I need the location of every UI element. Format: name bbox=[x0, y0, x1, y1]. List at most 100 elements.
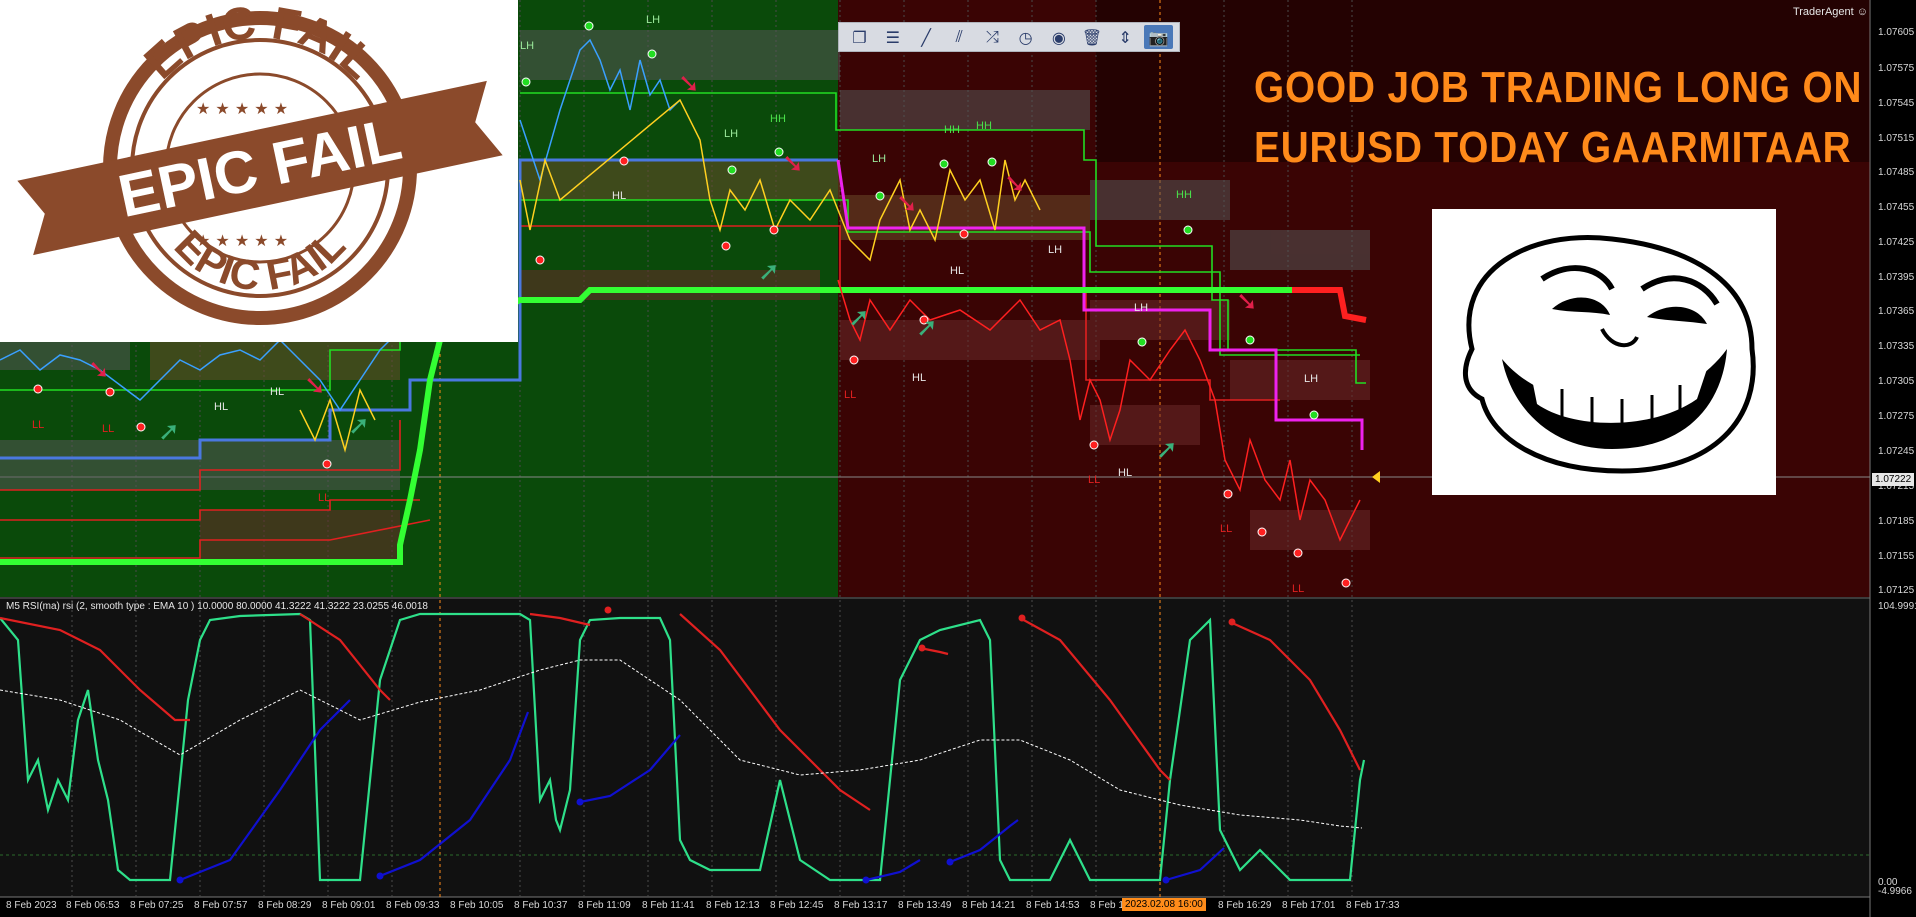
stamp-graphic: EPIC FAIL EPIC FAIL EPIC FAIL ★ ★ ★ ★ ★ … bbox=[17, 0, 503, 325]
clock-icon[interactable]: ◷ bbox=[1011, 25, 1040, 49]
label-hh-3: HH bbox=[976, 120, 992, 132]
epic-fail-stamp: EPIC FAIL EPIC FAIL EPIC FAIL ★ ★ ★ ★ ★ … bbox=[0, 0, 518, 342]
svg-text:➘: ➘ bbox=[88, 355, 110, 385]
price-tick: 1.07515 bbox=[1878, 133, 1915, 144]
svg-text:➘: ➘ bbox=[782, 149, 804, 179]
price-tick: 1.07335 bbox=[1878, 341, 1915, 352]
label-hl-1: HL bbox=[612, 190, 627, 202]
label-lh-6: LH bbox=[1304, 373, 1319, 385]
time-tick: 8 Feb 12:13 bbox=[706, 900, 760, 911]
rsi-indicator-label: M5 RSI(ma) rsi (2, smooth type : EMA 10 … bbox=[6, 601, 428, 612]
label-lh-5: LH bbox=[1134, 302, 1149, 314]
svg-text:➚: ➚ bbox=[1156, 435, 1178, 465]
svg-text:➚: ➚ bbox=[348, 411, 370, 441]
split-icon[interactable]: ⇕ bbox=[1111, 25, 1140, 49]
label-hl-3: HL bbox=[912, 372, 927, 384]
headline-line-2: EURUSD TODAY GAARMITAAR bbox=[1254, 123, 1852, 172]
price-tick: 1.07305 bbox=[1878, 376, 1915, 387]
chart-toolbar: ❐ ☰ ╱ ⫽ ⤮ ◷ ◉ 🗑 ⇕ 📷 bbox=[838, 22, 1180, 52]
label-hl-5: HL bbox=[214, 401, 229, 413]
label-lh-7: LH bbox=[1048, 244, 1063, 256]
price-tick: 1.07125 bbox=[1878, 585, 1915, 596]
headline-line-1: GOOD JOB TRADING LONG ON bbox=[1254, 63, 1863, 112]
svg-text:★ ★ ★ ★ ★: ★ ★ ★ ★ ★ bbox=[196, 99, 288, 118]
price-axis[interactable]: 1.07605 1.07575 1.07545 1.07515 1.07485 … bbox=[1870, 0, 1916, 917]
time-tick: 8 Feb 12:45 bbox=[770, 900, 824, 911]
time-tick: 8 Feb 11:09 bbox=[578, 900, 631, 911]
time-tick: 8 Feb 17:01 bbox=[1282, 900, 1336, 911]
rsi-min-label: -4.9966 bbox=[1878, 886, 1912, 897]
trader-agent-label[interactable]: TraderAgent ☺ bbox=[1793, 6, 1868, 18]
price-tick: 1.07455 bbox=[1878, 202, 1915, 213]
price-tick: 1.07395 bbox=[1878, 272, 1915, 283]
svg-text:➚: ➚ bbox=[758, 257, 780, 287]
time-tick: 8 Feb 10:37 bbox=[514, 900, 568, 911]
trash-icon[interactable]: 🗑 bbox=[1077, 25, 1106, 49]
label-ll-6: LL bbox=[102, 423, 115, 435]
svg-text:➘: ➘ bbox=[304, 371, 326, 401]
label-lh-2: LH bbox=[520, 40, 535, 52]
svg-text:➘: ➘ bbox=[1236, 287, 1258, 317]
label-hh-4: HH bbox=[1176, 189, 1192, 201]
time-tick: 8 Feb 09:01 bbox=[322, 900, 376, 911]
price-tick: 1.07605 bbox=[1878, 27, 1915, 38]
label-ll-5: LL bbox=[32, 419, 45, 431]
price-tick: 1.07485 bbox=[1878, 167, 1915, 178]
time-tick: 8 Feb 10:05 bbox=[450, 900, 504, 911]
time-tick: 8 Feb 07:57 bbox=[194, 900, 248, 911]
line-tool-icon[interactable]: ╱ bbox=[911, 25, 940, 49]
svg-text:➘: ➘ bbox=[1004, 169, 1026, 199]
label-lh-4: LH bbox=[872, 153, 887, 165]
time-tick: 8 Feb 13:17 bbox=[834, 900, 888, 911]
label-hl-2: HL bbox=[950, 265, 965, 277]
svg-text:★ ★ ★ ★ ★: ★ ★ ★ ★ ★ bbox=[196, 231, 288, 250]
label-hh-2: HH bbox=[944, 124, 960, 136]
price-tick: 1.07185 bbox=[1878, 516, 1915, 527]
menu-icon[interactable]: ☰ bbox=[878, 25, 907, 49]
svg-text:➘: ➘ bbox=[678, 69, 700, 99]
label-ll-3: LL bbox=[1220, 523, 1233, 535]
shuffle-icon[interactable]: ⤮ bbox=[978, 25, 1007, 49]
time-tick: 8 Feb 17:33 bbox=[1346, 900, 1400, 911]
time-tick: 8 Feb 07:25 bbox=[130, 900, 184, 911]
label-ll-1: LL bbox=[844, 389, 857, 401]
troll-face-graphic bbox=[1462, 235, 1756, 474]
svg-text:➚: ➚ bbox=[916, 313, 938, 343]
chart-area[interactable]: ➘ ➘ ➘ ➘ ➘ ➘ ➘ ➚ ➚ ➚ ➚ ➚ ➚ LH LH LH HH LH… bbox=[0, 0, 1916, 917]
time-tick: 8 Feb 11:41 bbox=[642, 900, 695, 911]
price-tick: 1.07155 bbox=[1878, 551, 1915, 562]
time-tick: 8 Feb 2023 bbox=[6, 900, 57, 911]
eye-icon[interactable]: ◉ bbox=[1044, 25, 1073, 49]
svg-text:➚: ➚ bbox=[158, 417, 180, 447]
price-tick: 1.07245 bbox=[1878, 446, 1915, 457]
rsi-max-label: 104.9991 bbox=[1878, 601, 1916, 612]
rsi-panel-bg bbox=[0, 599, 1870, 897]
label-lh-3: LH bbox=[724, 128, 739, 140]
time-tick: 8 Feb 14:53 bbox=[1026, 900, 1080, 911]
time-tick: 8 Feb 06:53 bbox=[66, 900, 120, 911]
time-tick: 8 Feb 16:29 bbox=[1218, 900, 1272, 911]
headline-text: GOOD JOB TRADING LONG ON EURUSD TODAY GA… bbox=[1254, 58, 1862, 178]
label-ll-7: LL bbox=[318, 492, 331, 504]
label-hl-6: HL bbox=[270, 386, 285, 398]
label-lh-1: LH bbox=[646, 14, 661, 26]
camera-icon[interactable]: 📷 bbox=[1143, 25, 1174, 49]
price-tick: 1.07545 bbox=[1878, 98, 1915, 109]
label-hl-4: HL bbox=[1118, 467, 1133, 479]
time-tick: 8 Feb 08:29 bbox=[258, 900, 312, 911]
price-tick: 1.07425 bbox=[1878, 237, 1915, 248]
label-ll-4: LL bbox=[1292, 583, 1305, 595]
troll-face-image bbox=[1432, 209, 1776, 495]
stamp-text-center: EPIC FAIL bbox=[113, 105, 407, 230]
label-hh-1: HH bbox=[770, 113, 786, 125]
windows-icon[interactable]: ❐ bbox=[845, 25, 874, 49]
price-tick: 1.07365 bbox=[1878, 306, 1915, 317]
channel-tool-icon[interactable]: ⫽ bbox=[945, 25, 974, 49]
svg-text:➘: ➘ bbox=[896, 189, 918, 219]
svg-text:➚: ➚ bbox=[848, 303, 870, 333]
time-tick: 8 Feb 09:33 bbox=[386, 900, 440, 911]
time-tick: 8 Feb 14:21 bbox=[962, 900, 1016, 911]
time-crosshair-badge: 2023.02.08 16:00 bbox=[1122, 898, 1206, 911]
price-tick: 1.07275 bbox=[1878, 411, 1915, 422]
current-price-badge: 1.07222 bbox=[1872, 473, 1915, 486]
